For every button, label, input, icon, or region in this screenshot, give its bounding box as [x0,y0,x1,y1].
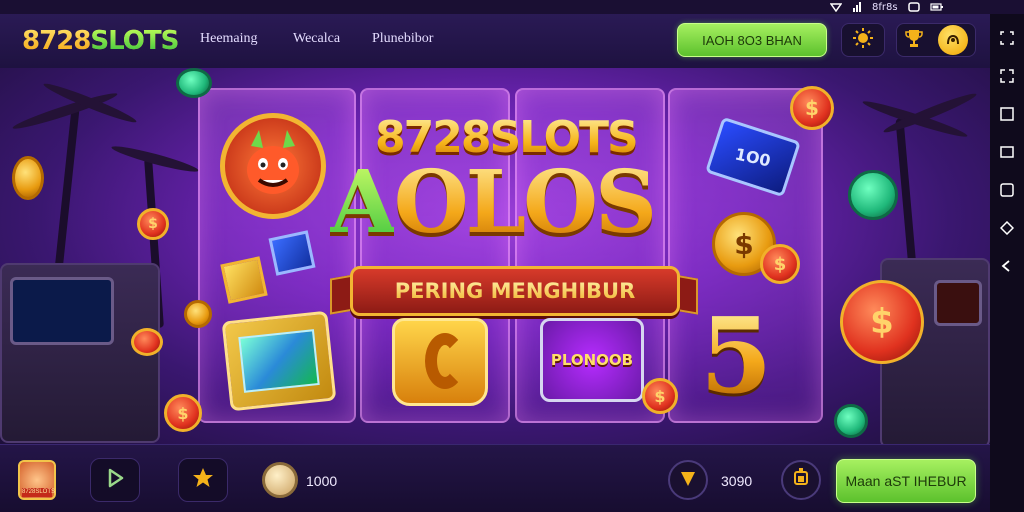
back-icon[interactable] [997,256,1017,276]
coin-icon: $ [164,394,202,432]
chest-gem [238,329,320,393]
favorites-button[interactable] [178,458,228,502]
signal-icon [852,2,862,12]
coin-icon [176,68,212,98]
menu-icon[interactable] [997,104,1017,124]
shield-icon [678,468,698,493]
gold-box-symbol [220,256,268,304]
coin-icon [834,404,868,438]
avatar[interactable]: 8728SLOTS [18,460,56,500]
bell-symbol [392,318,488,406]
coin-icon: $ [840,280,924,364]
battery-icon [929,2,944,12]
logo[interactable]: 8728SLOTS [22,26,179,56]
banner-ribbon: PERING MENGHIBUR [350,266,680,316]
shield-button[interactable] [668,460,708,500]
logo-suffix: SLOTS [90,26,179,56]
nav-item-3[interactable]: Plunebibor [372,31,433,47]
coin-icon: $ [760,244,800,284]
nav-item-1[interactable]: Heemaing [200,31,258,47]
bell-curve [425,333,465,389]
coin-icon: $ [790,86,834,130]
arcade-screen [934,280,982,326]
expand-icon[interactable] [997,28,1017,48]
wifi-icon [830,2,842,12]
nav-item-2[interactable]: Wecalca [293,31,340,47]
palm-frond [41,79,139,127]
bottom-bar: 8728SLOTS 1000 3090 Maan aST IHEBUR [0,444,990,512]
coin-balance: 1000 [306,473,338,489]
slot-badge-label: PLONOOB [550,351,634,369]
banner-headline: AOLOS [330,160,657,246]
arcade-screen [10,277,114,345]
headline-part-a: A [330,152,397,253]
ribbon-text: PERING MENGHIBUR [394,279,636,303]
side-toolbar [990,14,1024,512]
user-icon [937,25,968,55]
copy-icon[interactable] [997,180,1017,200]
lamp-button[interactable] [781,460,821,500]
play-button[interactable] [90,458,140,502]
header: 8728SLOTS Heemaing Wecalca Plunebibor IA… [0,14,990,68]
headline-part-b: OLOS [393,152,657,253]
coin-icon [12,156,44,200]
status-text: 8fr8s [872,1,898,13]
cta-button[interactable]: Maan aST IHEBUR [836,459,976,503]
play-icon [104,467,126,494]
blue-gem-symbol [268,230,316,276]
palm-frond [110,142,200,176]
coin-icon [184,300,212,328]
coin-icon: $ [137,208,169,240]
sun-icon [852,27,874,54]
fullscreen-icon[interactable] [997,66,1017,86]
game-banner[interactable]: 8728SLOTS AOLOS PERING MENGHIBUR PLONOOB… [0,68,990,444]
window-icon[interactable] [997,142,1017,162]
slot-badge-symbol: PLONOOB [540,318,644,402]
logo-prefix: 8728 [22,26,91,56]
demon-symbol [220,113,326,219]
big-number-symbol: 5 [700,294,773,417]
game-screen: 8fr8s 8728SLOTS Heemaing Wecalca Plunebi… [0,0,1024,512]
coin-icon [848,170,898,220]
arcade-machine-left [0,263,160,443]
treasure-chest-symbol [221,310,337,412]
lamp-icon [792,467,810,493]
screen-icon [907,2,920,12]
coin-balance-icon [262,462,298,498]
coin-icon: $ [642,378,678,414]
status-bar: 8fr8s [830,0,1024,14]
sun-button[interactable] [841,23,885,57]
header-main-button[interactable]: IAOH 8O3 BHAN [677,23,827,57]
gem-balance: 3090 [721,473,753,489]
avatar-label: 8728SLOTS [22,488,56,497]
coin-icon [131,328,163,356]
shape-icon[interactable] [997,218,1017,238]
profile-button[interactable] [896,23,976,57]
star-icon [191,466,215,495]
ticket-label: 1O0 [733,143,773,171]
trophy-icon [904,28,923,53]
